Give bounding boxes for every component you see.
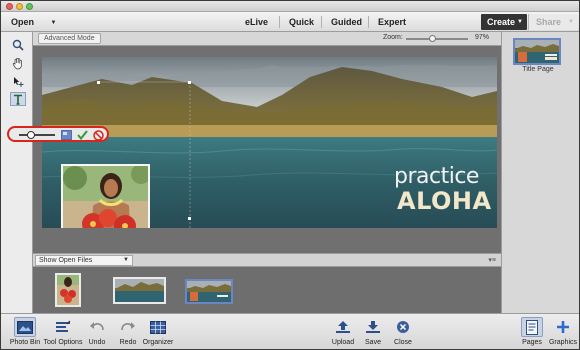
rotate-commit-control [7, 126, 109, 142]
zoom-slider[interactable] [406, 35, 468, 42]
zoom-window-button[interactable] [26, 3, 33, 10]
type-t-icon [14, 94, 22, 105]
save-icon [362, 317, 384, 337]
headline-practice-text[interactable]: practice [394, 164, 479, 189]
redo-icon [117, 317, 139, 337]
tab-guided[interactable]: Guided [331, 15, 362, 29]
tool-options-icon [52, 317, 74, 337]
chevron-down-icon: ▼ [568, 19, 574, 25]
minimize-window-button[interactable] [16, 3, 23, 10]
bin-thumb-title-page[interactable] [185, 279, 233, 304]
headline-aloha-text[interactable]: ALOHA [397, 187, 492, 215]
show-open-files-label: Show Open Files [39, 257, 93, 264]
pages-button[interactable]: Pages [514, 317, 550, 346]
share-label: Share [536, 17, 562, 27]
zoom-tool[interactable] [10, 38, 26, 52]
bin-thumb-mountain-ocean[interactable] [113, 277, 166, 304]
window-titlebar [1, 1, 579, 12]
transform-handle[interactable] [188, 81, 191, 84]
save-label: Save [365, 339, 381, 346]
workspace: practice ALOHA [7, 46, 501, 253]
hand-tool[interactable] [10, 56, 26, 70]
zoom-slider-knob[interactable] [429, 35, 436, 42]
show-open-files-select[interactable]: Show Open Files ▼ [35, 255, 133, 266]
photo-bin-button[interactable]: Photo Bin [5, 317, 45, 346]
graphics-label: Graphics [548, 339, 577, 346]
plus-icon [552, 317, 574, 337]
photo-bin-icon [14, 317, 36, 337]
close-icon [392, 317, 414, 337]
rotate-slider[interactable] [19, 134, 55, 136]
transform-handle[interactable] [188, 217, 191, 220]
toolbox [1, 32, 33, 313]
organizer-button[interactable]: Organizer [137, 317, 179, 346]
open-label: Open [11, 17, 35, 27]
organizer-icon [147, 317, 169, 337]
photo-bin [33, 267, 501, 313]
chevron-down-icon: ▼ [517, 19, 523, 25]
rotate-slider-knob[interactable] [27, 131, 35, 139]
zoom-label: Zoom: [383, 34, 403, 41]
hula-dancer-photo [63, 166, 148, 228]
type-tool[interactable] [10, 92, 26, 106]
organizer-label: Organizer [142, 339, 174, 346]
tab-expert[interactable]: Expert [378, 15, 406, 29]
chevron-down-icon: ▼ [50, 19, 57, 26]
options-bar: Advanced Mode Zoom: 97% [33, 32, 501, 46]
advanced-mode-button[interactable]: Advanced Mode [38, 33, 101, 44]
commit-check-icon[interactable] [77, 130, 88, 140]
upload-icon [332, 317, 354, 337]
pages-panel: Title Page [501, 32, 579, 313]
close-label: Close [394, 339, 412, 346]
app-window: Open ▼ eLive Quick Guided Expert Create … [0, 0, 580, 350]
task-bar: Photo Bin Tool Options Undo Redo Organiz… [1, 313, 579, 349]
divider [279, 16, 280, 28]
share-button[interactable]: Share ▼ [528, 14, 578, 30]
mode-bar: Open ▼ eLive Quick Guided Expert Create … [1, 12, 579, 32]
redo-label: Redo [119, 339, 137, 346]
divider [368, 16, 369, 28]
zoom-value: 97% [475, 34, 490, 41]
magnifier-icon [12, 39, 24, 51]
move-arrows-icon [14, 77, 24, 87]
cancel-icon[interactable] [93, 129, 104, 141]
move-tool[interactable] [10, 75, 26, 89]
pages-label: Pages [522, 339, 542, 346]
tab-elive[interactable]: eLive [245, 15, 268, 29]
create-label: Create [487, 17, 516, 27]
bin-menu-icon[interactable]: ▾≡ [488, 256, 496, 264]
open-button[interactable]: Open ▼ [11, 15, 56, 29]
photo-bin-label: Photo Bin [9, 339, 41, 346]
tab-quick[interactable]: Quick [289, 15, 314, 29]
hand-icon [12, 57, 22, 69]
document-canvas[interactable]: practice ALOHA [42, 57, 497, 228]
graphics-button[interactable]: Graphics [546, 317, 579, 346]
divider [321, 16, 322, 28]
close-window-button[interactable] [6, 3, 13, 10]
undo-icon [86, 317, 108, 337]
crop-image-icon[interactable] [61, 130, 72, 140]
photo-bin-header: Show Open Files ▼ ▾≡ [33, 253, 501, 267]
undo-label: Undo [88, 339, 106, 346]
page-thumbnail-label: Title Page [522, 66, 554, 73]
bin-thumb-hula-dancer[interactable] [55, 273, 81, 307]
page-thumbnail-title[interactable] [513, 38, 561, 65]
chevron-down-icon: ▼ [123, 257, 129, 263]
upload-label: Upload [331, 339, 355, 346]
placed-photo[interactable] [61, 164, 150, 228]
pages-icon [521, 317, 543, 337]
create-button[interactable]: Create ▼ [481, 14, 527, 30]
close-button[interactable]: Close [383, 317, 423, 346]
transform-handle[interactable] [97, 81, 100, 84]
